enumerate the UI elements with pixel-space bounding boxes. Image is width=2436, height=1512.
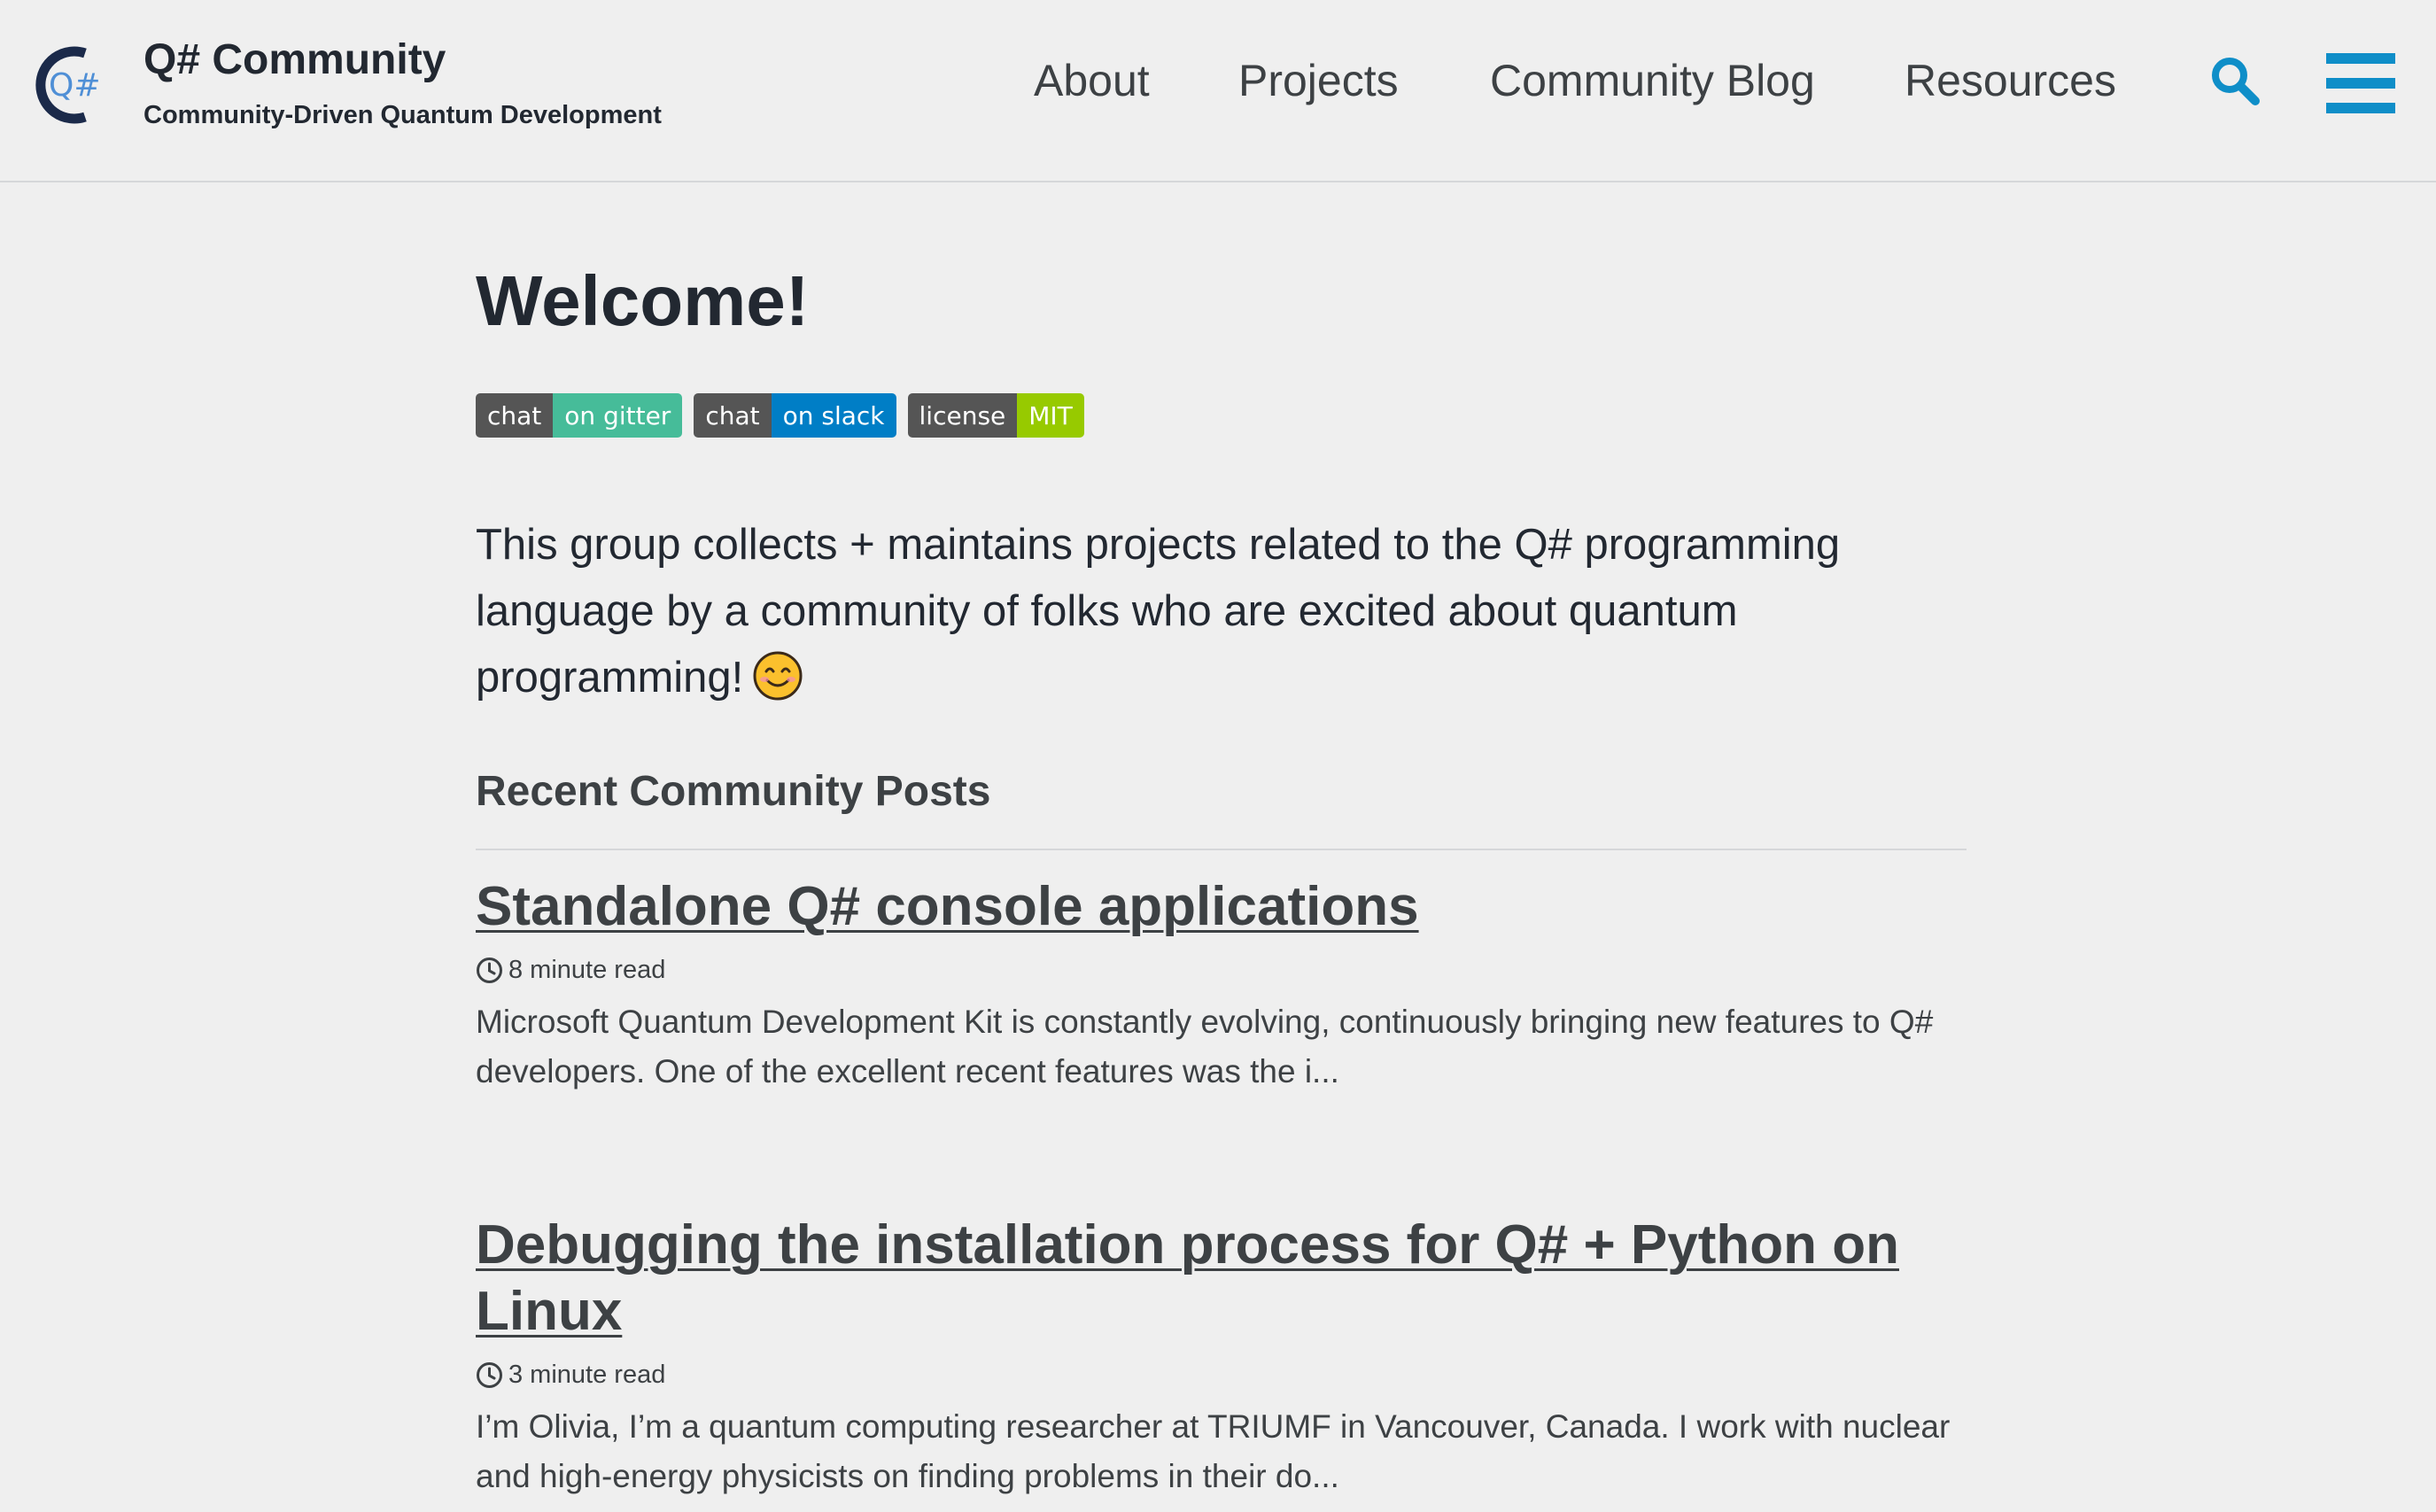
post-title-link[interactable]: Debugging the installation process for Q… <box>476 1212 1967 1345</box>
nav-link-community-blog[interactable]: Community Blog <box>1490 55 1815 108</box>
badge-value: on gitter <box>553 393 683 438</box>
page-title: Welcome! <box>476 261 810 340</box>
slack-chat-badge[interactable]: chat on slack <box>694 393 896 438</box>
clock-icon <box>477 1362 502 1388</box>
read-time: 8 minute read <box>508 956 666 984</box>
post-item: Standalone Q# console applications 8 min… <box>476 873 1967 1097</box>
menu-button[interactable] <box>2326 51 2397 113</box>
site-logo[interactable]: Q# <box>34 39 103 131</box>
q-sharp-logo-icon: Q# <box>35 46 101 124</box>
intro-text: This group collects + maintains projects… <box>476 521 1841 702</box>
smiling-face-icon <box>753 651 803 701</box>
hamburger-bar <box>2326 103 2395 113</box>
divider <box>476 849 1967 850</box>
nav-link-projects[interactable]: Projects <box>1238 55 1399 108</box>
search-button[interactable] <box>2209 55 2261 106</box>
badge-value: MIT <box>1017 393 1084 438</box>
logo-text: Q# <box>49 67 101 104</box>
read-time: 3 minute read <box>508 1361 666 1389</box>
post-meta: 3 minute read <box>476 1361 1967 1390</box>
intro-paragraph: This group collects + maintains projects… <box>476 512 1967 711</box>
post-item: Debugging the installation process for Q… <box>476 1212 1967 1501</box>
badge-row: chat on gitter chat on slack license MIT <box>476 393 1096 438</box>
badge-label: chat <box>694 393 772 438</box>
post-meta: 8 minute read <box>476 956 1967 985</box>
post-excerpt: I’m Olivia, I’m a quantum computing rese… <box>476 1408 1951 1494</box>
badge-value: on slack <box>771 393 896 438</box>
nav-link-resources[interactable]: Resources <box>1905 55 2116 108</box>
hamburger-bar <box>2326 78 2395 89</box>
site-subtitle: Community-Driven Quantum Development <box>144 101 662 129</box>
masthead: Q# Q# Community Community-Driven Quantum… <box>0 0 2436 182</box>
license-badge[interactable]: license MIT <box>907 393 1084 438</box>
badge-label: license <box>907 393 1018 438</box>
recent-posts-heading: Recent Community Posts <box>476 768 991 815</box>
gitter-chat-badge[interactable]: chat on gitter <box>476 393 683 438</box>
hamburger-menu-icon <box>2326 53 2395 64</box>
nav-link-about[interactable]: About <box>1034 55 1150 108</box>
post-excerpt: Microsoft Quantum Development Kit is con… <box>476 1004 1934 1089</box>
badge-label: chat <box>476 393 554 438</box>
post-title-link[interactable]: Standalone Q# console applications <box>476 873 1967 940</box>
search-icon <box>2212 58 2260 105</box>
clock-icon <box>477 958 502 983</box>
site-title[interactable]: Q# Community <box>144 35 446 84</box>
